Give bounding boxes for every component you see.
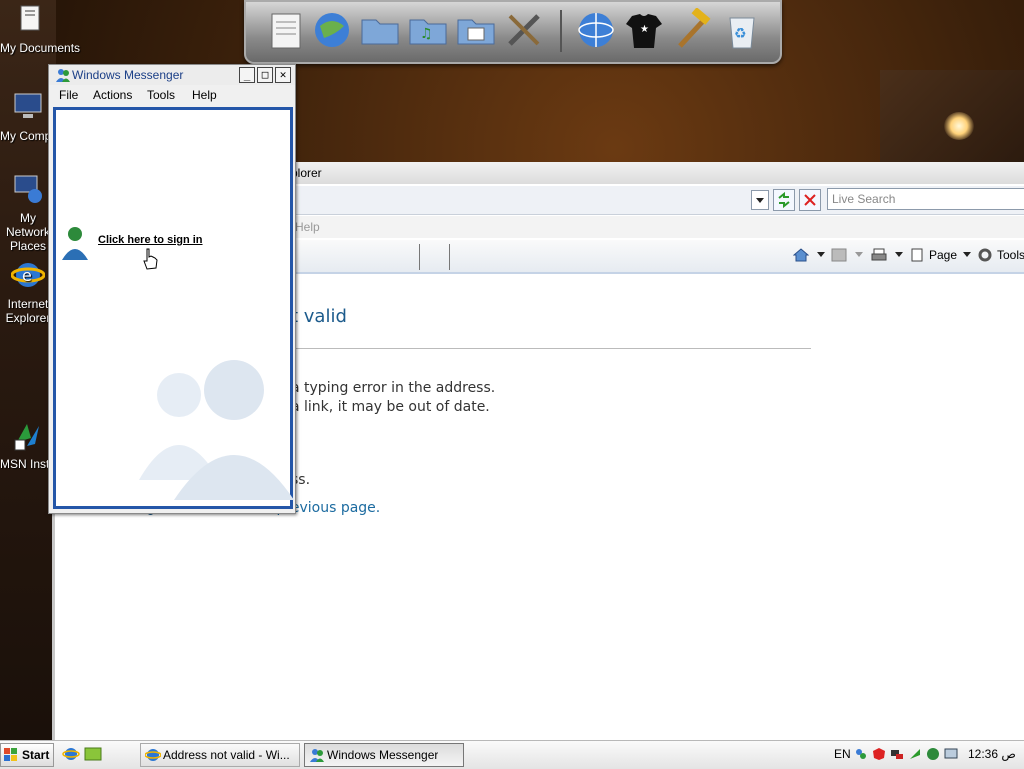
messenger-title-bar[interactable]: Windows Messenger _ □ ✕ <box>49 65 295 85</box>
wallpaper-lamp <box>944 112 974 140</box>
menu-help[interactable]: Help <box>192 88 217 102</box>
chevron-down-icon <box>756 198 764 203</box>
menu-actions[interactable]: Actions <box>93 88 132 102</box>
menu-tools[interactable]: Tools <box>147 88 175 102</box>
close-button[interactable]: ✕ <box>275 67 291 83</box>
address-dropdown-button[interactable] <box>751 190 769 210</box>
display-tray-icon[interactable] <box>944 747 958 761</box>
minimize-button[interactable]: _ <box>239 67 255 83</box>
messenger-icon <box>56 69 70 82</box>
error-line: a link, it may be out of date. <box>291 399 490 415</box>
notepad-icon[interactable] <box>264 8 308 52</box>
quicklaunch-ie-icon[interactable] <box>62 746 80 762</box>
svg-text:♫: ♫ <box>420 26 433 42</box>
page-dropdown-icon[interactable] <box>963 252 971 257</box>
network-places-icon <box>14 175 42 203</box>
network-globe-icon[interactable] <box>574 8 618 52</box>
messenger-title: Windows Messenger <box>72 68 184 82</box>
tshirt-icon[interactable]: ★ <box>622 8 666 52</box>
user-icon <box>62 227 88 260</box>
svg-text:★: ★ <box>640 24 649 35</box>
globe-tray-icon[interactable] <box>926 747 940 761</box>
task-label: Windows Messenger <box>327 748 439 762</box>
tools-menu-button[interactable]: Tools <box>997 248 1024 262</box>
divider <box>291 348 811 349</box>
stop-icon <box>804 194 816 206</box>
home-dropdown-icon[interactable] <box>817 252 825 257</box>
error-line: a typing error in the address. <box>291 380 496 396</box>
update-tray-icon[interactable] <box>908 747 922 761</box>
gear-icon <box>978 248 992 262</box>
close-icon: ✕ <box>279 68 287 81</box>
desktop-icon-my-documents[interactable]: My Documents <box>0 2 81 55</box>
network-tray-icon[interactable] <box>890 747 904 761</box>
windows-flag-icon <box>4 748 17 761</box>
messenger-tray-icon[interactable] <box>854 747 868 761</box>
folder-icon[interactable] <box>358 8 402 52</box>
system-tray: EN 12:36 ص <box>832 743 1024 765</box>
print-dropdown-icon[interactable] <box>895 252 903 257</box>
msn-installer-icon <box>14 424 39 451</box>
start-button[interactable]: Start <box>0 743 54 767</box>
menu-file[interactable]: File <box>59 88 78 102</box>
taskbar: Start Address not valid - Wi... Windows … <box>0 740 1024 769</box>
menu-help[interactable]: Help <box>295 220 320 234</box>
start-label: Start <box>22 748 50 762</box>
tools-icon[interactable] <box>502 8 546 52</box>
hammer-icon[interactable] <box>670 8 714 52</box>
language-indicator[interactable]: EN <box>834 747 851 761</box>
security-alert-icon[interactable] <box>872 747 886 761</box>
recycle-bin-icon[interactable]: ♻ <box>720 8 764 52</box>
maximize-button[interactable]: □ <box>257 67 273 83</box>
internet-explorer-icon <box>145 749 161 761</box>
music-folder-icon[interactable]: ♫ <box>406 8 450 52</box>
home-icon[interactable] <box>793 248 809 262</box>
messenger-icon <box>310 749 324 762</box>
quicklaunch-desktop-icon[interactable] <box>84 746 102 762</box>
minimize-icon: _ <box>243 68 251 81</box>
desktop: My Documents My Computer My Network Plac… <box>0 0 1024 740</box>
tab-separator <box>419 244 420 270</box>
hand-cursor-icon <box>143 248 158 270</box>
feeds-icon[interactable] <box>831 248 847 262</box>
live-search-input[interactable]: Live Search <box>827 188 1024 210</box>
stop-button[interactable] <box>799 189 821 211</box>
messenger-contact-pane: Click here to sign in <box>53 107 294 509</box>
task-button-internet-explorer[interactable]: Address not valid - Wi... <box>140 743 300 767</box>
maximize-icon: □ <box>261 68 269 81</box>
windows-messenger-window: Windows Messenger _ □ ✕ File Actions Too… <box>48 64 296 514</box>
print-icon[interactable] <box>871 248 887 262</box>
task-button-windows-messenger[interactable]: Windows Messenger <box>304 743 464 767</box>
svg-text:e: e <box>22 266 32 285</box>
refresh-button[interactable] <box>773 189 795 211</box>
page-menu-button[interactable]: Page <box>929 248 957 262</box>
svg-text:♻: ♻ <box>734 26 747 42</box>
messenger-buddies-watermark <box>139 360 294 500</box>
dock: ♫ ★ ♻ <box>244 0 782 64</box>
tab-separator <box>449 244 450 270</box>
error-title: t valid <box>291 306 347 327</box>
dock-separator <box>560 10 562 52</box>
page-icon <box>911 248 923 262</box>
globe-icon[interactable] <box>310 8 354 52</box>
picture-folder-icon[interactable] <box>454 8 498 52</box>
refresh-icon <box>778 191 790 209</box>
internet-explorer-icon: e <box>10 263 46 287</box>
clock[interactable]: 12:36 ص <box>968 747 1016 761</box>
my-documents-icon <box>20 5 40 31</box>
sign-in-link[interactable]: Click here to sign in <box>98 234 203 246</box>
task-label: Address not valid - Wi... <box>163 748 290 762</box>
messenger-menu-bar: File Actions Tools Help <box>49 85 295 105</box>
feeds-dropdown-icon[interactable] <box>855 252 863 257</box>
desktop-icon-label: My Documents <box>0 41 81 55</box>
my-computer-icon <box>14 93 42 118</box>
